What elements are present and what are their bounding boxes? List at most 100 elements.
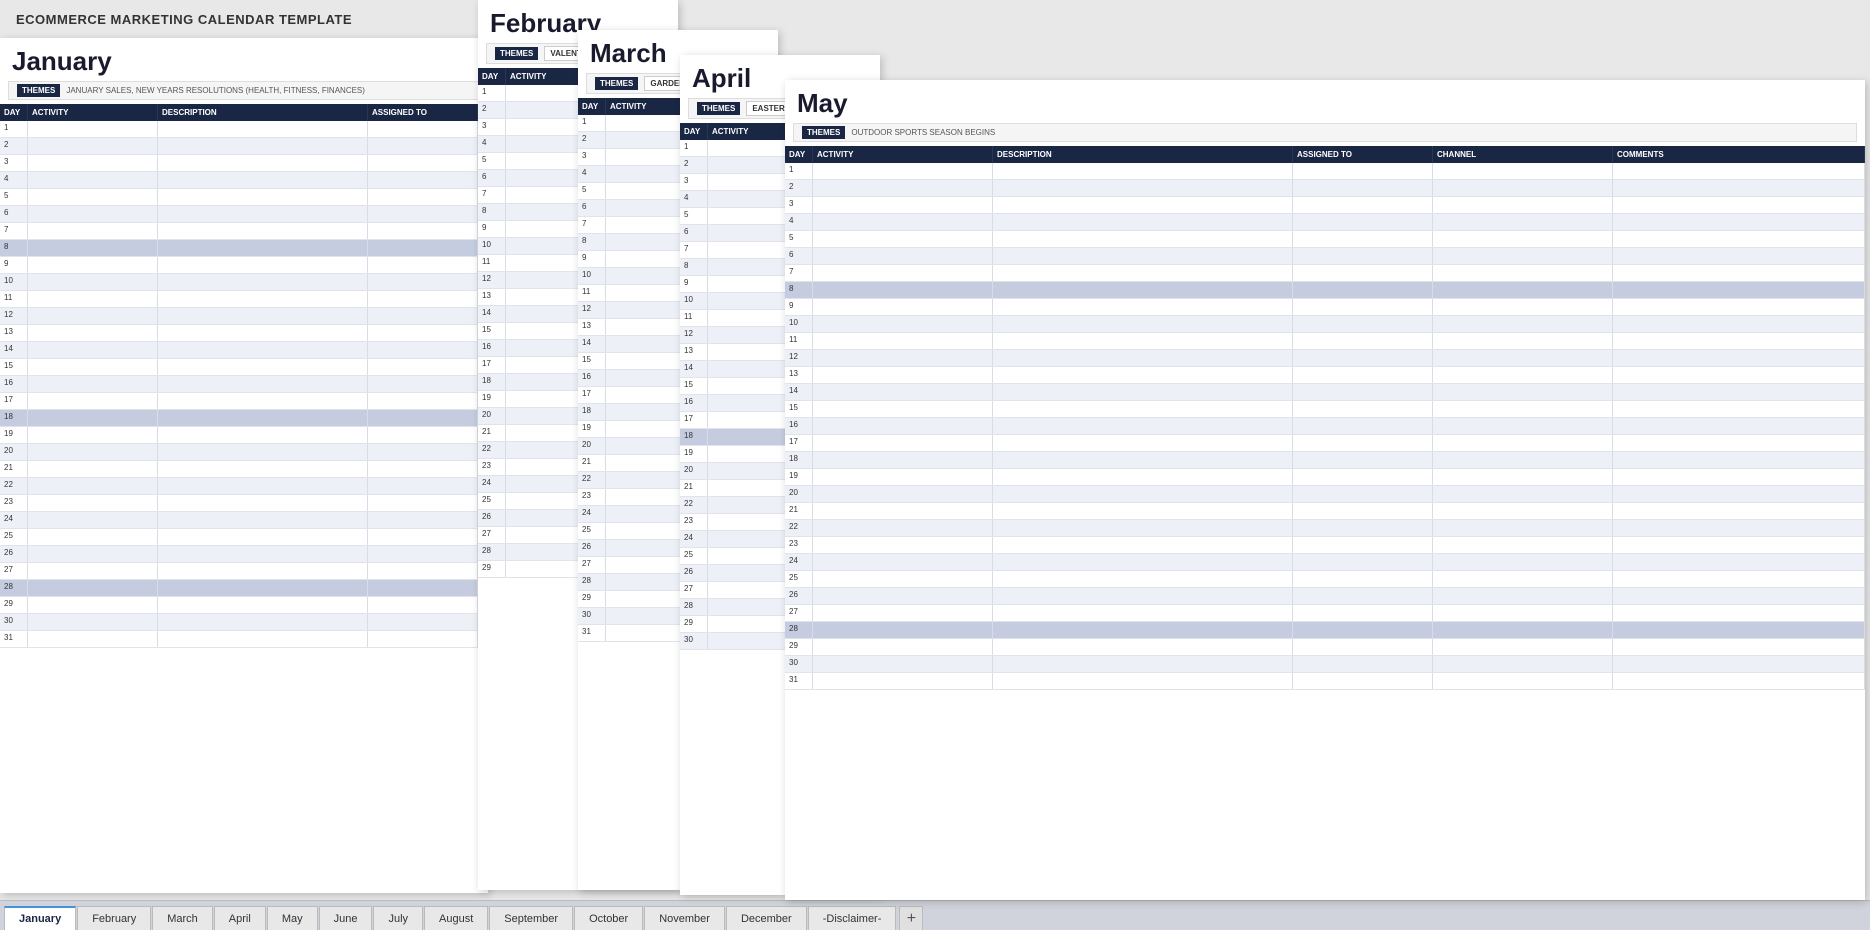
day-number[interactable]: 25 bbox=[680, 548, 708, 564]
data-cell[interactable] bbox=[813, 503, 993, 519]
data-cell[interactable] bbox=[813, 588, 993, 604]
table-row[interactable]: 9 bbox=[0, 257, 488, 274]
data-cell[interactable] bbox=[993, 299, 1293, 315]
data-cell[interactable] bbox=[368, 223, 478, 239]
day-number[interactable]: 6 bbox=[478, 170, 506, 186]
data-cell[interactable] bbox=[158, 546, 368, 562]
data-cell[interactable] bbox=[368, 563, 478, 579]
data-cell[interactable] bbox=[1293, 520, 1433, 536]
table-row[interactable]: 19 bbox=[785, 469, 1865, 486]
day-number[interactable]: 27 bbox=[785, 605, 813, 621]
day-number[interactable]: 3 bbox=[578, 149, 606, 165]
tab-august[interactable]: August bbox=[424, 906, 488, 930]
table-row[interactable]: 23 bbox=[785, 537, 1865, 554]
data-cell[interactable] bbox=[28, 563, 158, 579]
day-number[interactable]: 20 bbox=[785, 486, 813, 502]
day-number[interactable]: 2 bbox=[0, 138, 28, 154]
day-number[interactable]: 14 bbox=[680, 361, 708, 377]
day-number[interactable]: 22 bbox=[785, 520, 813, 536]
data-cell[interactable] bbox=[158, 206, 368, 222]
day-number[interactable]: 20 bbox=[478, 408, 506, 424]
data-cell[interactable] bbox=[1613, 435, 1865, 451]
day-number[interactable]: 21 bbox=[578, 455, 606, 471]
data-cell[interactable] bbox=[1613, 214, 1865, 230]
day-number[interactable]: 4 bbox=[680, 191, 708, 207]
table-row[interactable]: 21 bbox=[785, 503, 1865, 520]
data-cell[interactable] bbox=[28, 393, 158, 409]
data-cell[interactable] bbox=[158, 172, 368, 188]
data-cell[interactable] bbox=[158, 155, 368, 171]
day-number[interactable]: 21 bbox=[0, 461, 28, 477]
data-cell[interactable] bbox=[158, 461, 368, 477]
table-row[interactable]: 26 bbox=[785, 588, 1865, 605]
day-number[interactable]: 18 bbox=[680, 429, 708, 445]
data-cell[interactable] bbox=[368, 189, 478, 205]
data-cell[interactable] bbox=[28, 376, 158, 392]
day-number[interactable]: 13 bbox=[478, 289, 506, 305]
data-cell[interactable] bbox=[813, 605, 993, 621]
tab-december[interactable]: December bbox=[726, 906, 807, 930]
day-number[interactable]: 30 bbox=[785, 656, 813, 672]
data-cell[interactable] bbox=[813, 418, 993, 434]
data-cell[interactable] bbox=[1293, 367, 1433, 383]
data-cell[interactable] bbox=[813, 231, 993, 247]
data-cell[interactable] bbox=[993, 282, 1293, 298]
day-number[interactable]: 17 bbox=[578, 387, 606, 403]
day-number[interactable]: 2 bbox=[478, 102, 506, 118]
day-number[interactable]: 22 bbox=[680, 497, 708, 513]
data-cell[interactable] bbox=[158, 325, 368, 341]
table-row[interactable]: 27 bbox=[785, 605, 1865, 622]
table-row[interactable]: 23 bbox=[0, 495, 488, 512]
day-number[interactable]: 27 bbox=[578, 557, 606, 573]
data-cell[interactable] bbox=[993, 333, 1293, 349]
data-cell[interactable] bbox=[368, 546, 478, 562]
day-number[interactable]: 24 bbox=[478, 476, 506, 492]
tab-april[interactable]: April bbox=[214, 906, 266, 930]
data-cell[interactable] bbox=[1293, 163, 1433, 179]
day-number[interactable]: 7 bbox=[0, 223, 28, 239]
day-number[interactable]: 10 bbox=[578, 268, 606, 284]
data-cell[interactable] bbox=[993, 265, 1293, 281]
day-number[interactable]: 29 bbox=[785, 639, 813, 655]
day-number[interactable]: 10 bbox=[680, 293, 708, 309]
table-row[interactable]: 17 bbox=[0, 393, 488, 410]
data-cell[interactable] bbox=[993, 367, 1293, 383]
day-number[interactable]: 21 bbox=[785, 503, 813, 519]
data-cell[interactable] bbox=[813, 554, 993, 570]
data-cell[interactable] bbox=[368, 325, 478, 341]
table-row[interactable]: 1 bbox=[785, 163, 1865, 180]
data-cell[interactable] bbox=[368, 580, 478, 596]
tab-october[interactable]: October bbox=[574, 906, 643, 930]
day-number[interactable]: 4 bbox=[478, 136, 506, 152]
data-cell[interactable] bbox=[993, 316, 1293, 332]
table-row[interactable]: 26 bbox=[0, 546, 488, 563]
day-number[interactable]: 10 bbox=[785, 316, 813, 332]
day-number[interactable]: 12 bbox=[478, 272, 506, 288]
day-number[interactable]: 8 bbox=[478, 204, 506, 220]
data-cell[interactable] bbox=[368, 427, 478, 443]
data-cell[interactable] bbox=[993, 231, 1293, 247]
data-cell[interactable] bbox=[158, 495, 368, 511]
table-row[interactable]: 28 bbox=[0, 580, 488, 597]
day-number[interactable]: 1 bbox=[0, 121, 28, 137]
data-cell[interactable] bbox=[993, 486, 1293, 502]
day-number[interactable]: 1 bbox=[785, 163, 813, 179]
data-cell[interactable] bbox=[1433, 231, 1613, 247]
data-cell[interactable] bbox=[993, 656, 1293, 672]
data-cell[interactable] bbox=[28, 172, 158, 188]
data-cell[interactable] bbox=[1613, 554, 1865, 570]
table-row[interactable]: 13 bbox=[785, 367, 1865, 384]
data-cell[interactable] bbox=[28, 580, 158, 596]
data-cell[interactable] bbox=[1433, 639, 1613, 655]
day-number[interactable]: 12 bbox=[0, 308, 28, 324]
data-cell[interactable] bbox=[28, 223, 158, 239]
data-cell[interactable] bbox=[158, 189, 368, 205]
data-cell[interactable] bbox=[368, 631, 478, 647]
day-number[interactable]: 19 bbox=[478, 391, 506, 407]
day-number[interactable]: 8 bbox=[680, 259, 708, 275]
table-row[interactable]: 4 bbox=[785, 214, 1865, 231]
data-cell[interactable] bbox=[1293, 503, 1433, 519]
day-number[interactable]: 6 bbox=[0, 206, 28, 222]
data-cell[interactable] bbox=[158, 223, 368, 239]
data-cell[interactable] bbox=[368, 393, 478, 409]
